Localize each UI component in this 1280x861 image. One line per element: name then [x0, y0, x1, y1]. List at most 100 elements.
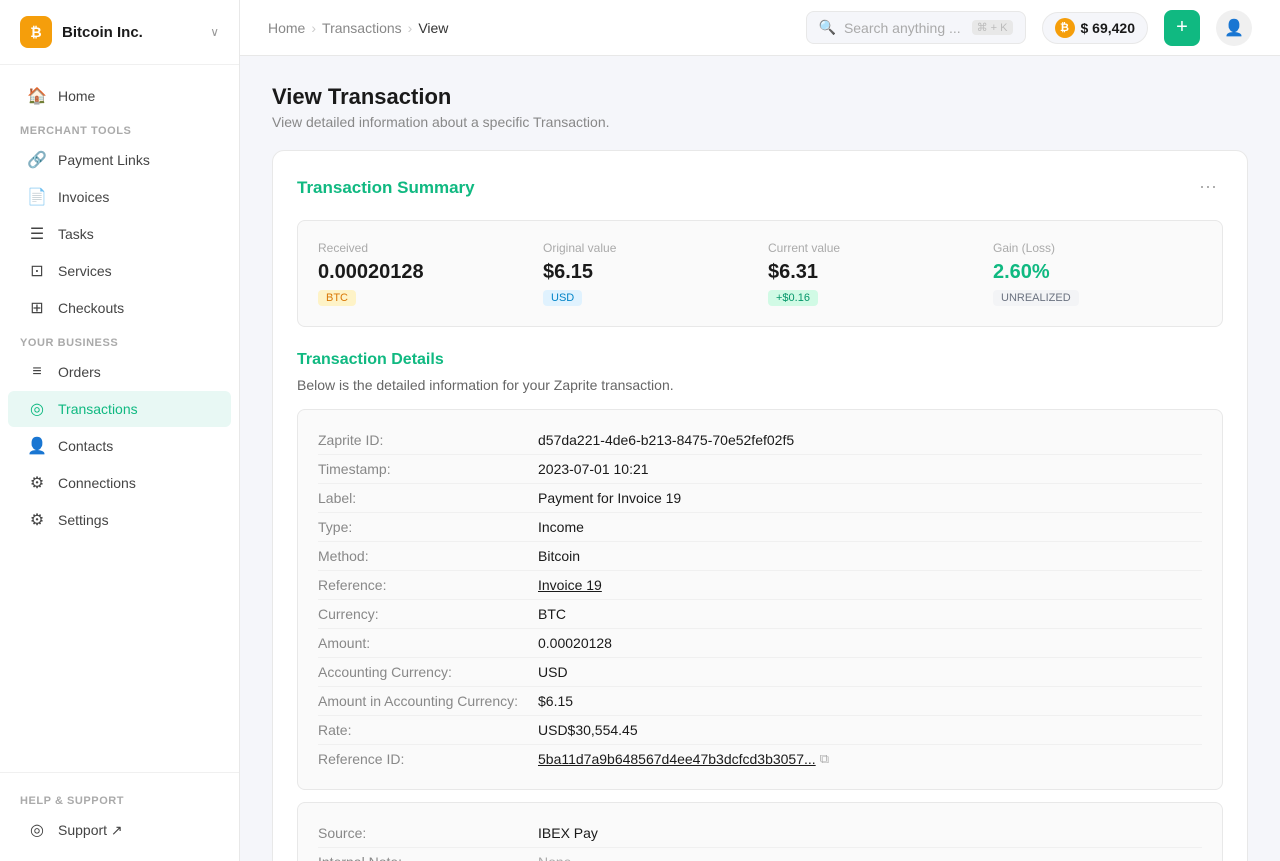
sidebar-item-transactions-label: Transactions: [58, 401, 138, 417]
source-section: Source: IBEX Pay Internal Note: None: [297, 802, 1223, 861]
sidebar-item-settings[interactable]: ⚙ Settings: [8, 502, 231, 538]
sidebar-item-support[interactable]: ◎ Support ↗: [8, 812, 231, 848]
sidebar-item-connections-label: Connections: [58, 475, 136, 491]
copy-icon[interactable]: ⧉: [820, 751, 829, 767]
user-button[interactable]: 👤: [1216, 10, 1252, 46]
sidebar-item-tasks[interactable]: ☰ Tasks: [8, 216, 231, 252]
original-value: $6.15: [543, 261, 752, 284]
sidebar-item-contacts[interactable]: 👤 Contacts: [8, 428, 231, 464]
merchant-tools-label: MERCHANT TOOLS: [0, 115, 239, 141]
reference-value[interactable]: Invoice 19: [538, 577, 1202, 593]
gain-label: Gain (Loss): [993, 241, 1202, 255]
sidebar-item-home-label: Home: [58, 88, 95, 104]
add-button[interactable]: +: [1164, 10, 1200, 46]
gain-value: 2.60%: [993, 261, 1202, 284]
detail-row-source: Source: IBEX Pay: [318, 819, 1202, 848]
internal-note-value: None: [538, 854, 1202, 861]
balance-badge: ₿ $ 69,420: [1042, 12, 1149, 44]
details-title: Transaction Details: [297, 351, 1223, 369]
sidebar-item-services[interactable]: ⊡ Services: [8, 253, 231, 289]
reference-id-link[interactable]: 5ba11d7a9b648567d4ee47b3dcfcd3b3057...: [538, 751, 816, 767]
breadcrumb-sep-2: ›: [408, 20, 413, 36]
tasks-icon: ☰: [28, 225, 46, 243]
detail-row-method: Method: Bitcoin: [318, 542, 1202, 571]
chevron-down-icon: ∨: [210, 25, 219, 39]
received-badge: BTC: [318, 290, 356, 306]
main: Home › Transactions › View 🔍 Search anyt…: [240, 0, 1280, 861]
sidebar-item-settings-label: Settings: [58, 512, 109, 528]
sidebar-item-services-label: Services: [58, 263, 112, 279]
amount-key: Amount:: [318, 635, 538, 651]
sidebar: ₿ Bitcoin Inc. ∨ 🏠 Home MERCHANT TOOLS 🔗…: [0, 0, 240, 861]
zaprite-id-value: d57da221-4de6-b213-8475-70e52fef02f5: [538, 432, 1202, 448]
timestamp-value: 2023-07-01 10:21: [538, 461, 1202, 477]
contacts-icon: 👤: [28, 437, 46, 455]
home-icon: 🏠: [28, 87, 46, 105]
detail-row-amount: Amount: 0.00020128: [318, 629, 1202, 658]
more-options-button[interactable]: ⋯: [1193, 175, 1223, 200]
amount-accounting-key: Amount in Accounting Currency:: [318, 693, 538, 709]
sidebar-item-tasks-label: Tasks: [58, 226, 94, 242]
reference-key: Reference:: [318, 577, 538, 593]
current-badge: +$0.16: [768, 290, 818, 306]
breadcrumb: Home › Transactions › View: [268, 20, 790, 36]
your-business-label: YOUR BUSINESS: [0, 327, 239, 353]
balance-amount: $ 69,420: [1081, 20, 1136, 36]
source-key: Source:: [318, 825, 538, 841]
detail-row-label: Label: Payment for Invoice 19: [318, 484, 1202, 513]
invoices-icon: 📄: [28, 188, 46, 206]
type-value: Income: [538, 519, 1202, 535]
amount-value: 0.00020128: [538, 635, 1202, 651]
source-value: IBEX Pay: [538, 825, 1202, 841]
summary-received: Received 0.00020128 BTC: [318, 241, 527, 306]
page-subtitle: View detailed information about a specif…: [272, 114, 1248, 130]
accounting-currency-value: USD: [538, 664, 1202, 680]
sidebar-item-orders[interactable]: ≡ Orders: [8, 354, 231, 390]
search-bar[interactable]: 🔍 Search anything ... ⌘ + K: [806, 11, 1026, 44]
rate-key: Rate:: [318, 722, 538, 738]
detail-row-rate: Rate: USD$30,554.45: [318, 716, 1202, 745]
summary-card-title: Transaction Summary: [297, 178, 475, 198]
support-icon: ◎: [28, 821, 46, 839]
orders-icon: ≡: [28, 363, 46, 381]
currency-value: BTC: [538, 606, 1202, 622]
breadcrumb-transactions[interactable]: Transactions: [322, 20, 402, 36]
breadcrumb-current: View: [418, 20, 448, 36]
services-icon: ⊡: [28, 262, 46, 280]
rate-value: USD$30,554.45: [538, 722, 1202, 738]
sidebar-item-payment-links[interactable]: 🔗 Payment Links: [8, 142, 231, 178]
breadcrumb-home[interactable]: Home: [268, 20, 305, 36]
summary-original: Original value $6.15 USD: [543, 241, 752, 306]
search-placeholder: Search anything ...: [844, 20, 964, 36]
summary-current: Current value $6.31 +$0.16: [768, 241, 977, 306]
payment-links-icon: 🔗: [28, 151, 46, 169]
label-key: Label:: [318, 490, 538, 506]
detail-row-type: Type: Income: [318, 513, 1202, 542]
sidebar-item-payment-links-label: Payment Links: [58, 152, 150, 168]
original-badge: USD: [543, 290, 582, 306]
sidebar-item-invoices[interactable]: 📄 Invoices: [8, 179, 231, 215]
method-value: Bitcoin: [538, 548, 1202, 564]
label-value: Payment for Invoice 19: [538, 490, 1202, 506]
sidebar-item-connections[interactable]: ⚙ Connections: [8, 465, 231, 501]
help-support-label: HELP & SUPPORT: [0, 785, 239, 811]
sidebar-item-checkouts[interactable]: ⊞ Checkouts: [8, 290, 231, 326]
sidebar-logo[interactable]: ₿ Bitcoin Inc. ∨: [0, 0, 239, 65]
sidebar-item-transactions[interactable]: ◎ Transactions: [8, 391, 231, 427]
detail-row-accounting-currency: Accounting Currency: USD: [318, 658, 1202, 687]
settings-icon: ⚙: [28, 511, 46, 529]
amount-accounting-value: $6.15: [538, 693, 1202, 709]
connections-icon: ⚙: [28, 474, 46, 492]
search-icon: 🔍: [819, 19, 836, 36]
accounting-currency-key: Accounting Currency:: [318, 664, 538, 680]
page-title: View Transaction: [272, 84, 1248, 110]
company-name: Bitcoin Inc.: [62, 24, 143, 41]
detail-row-currency: Currency: BTC: [318, 600, 1202, 629]
content: View Transaction View detailed informati…: [240, 56, 1280, 861]
current-label: Current value: [768, 241, 977, 255]
checkouts-icon: ⊞: [28, 299, 46, 317]
card-header: Transaction Summary ⋯: [297, 175, 1223, 200]
detail-row-reference: Reference: Invoice 19: [318, 571, 1202, 600]
sidebar-item-home[interactable]: 🏠 Home: [8, 78, 231, 114]
gain-badge: UNREALIZED: [993, 290, 1079, 306]
